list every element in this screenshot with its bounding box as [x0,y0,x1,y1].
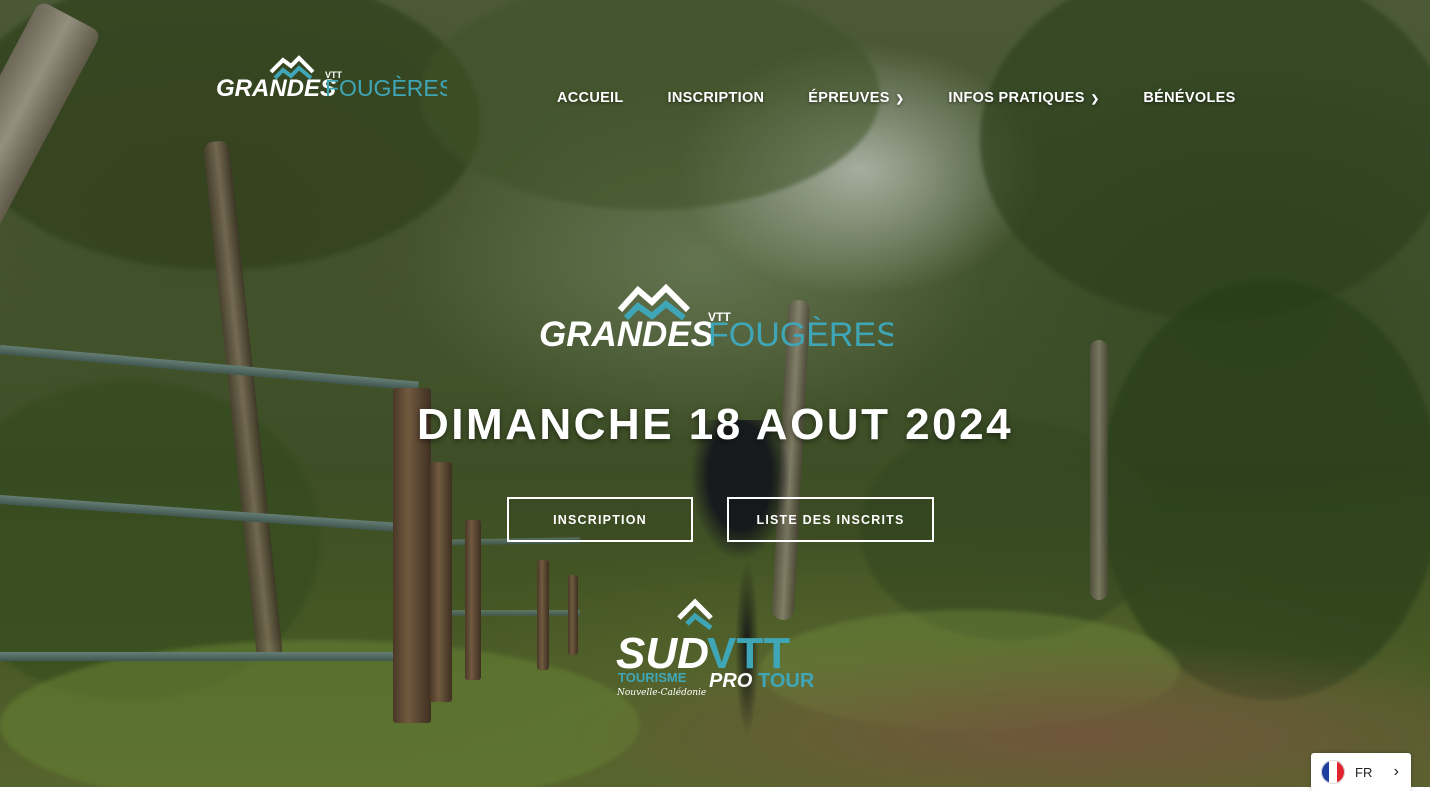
event-date: DIMANCHE 18 AOUT 2024 [416,400,1014,449]
chevron-down-icon: ❯ [1090,93,1100,105]
main-nav: ACCUEIL INSCRIPTION ÉPREUVES ❯ INFOS PRAT… [557,90,1236,106]
nav-accueil[interactable]: ACCUEIL [557,90,624,106]
pro-word: PRO [709,670,753,692]
tour-word: TOUR [758,670,815,692]
nav-label: ACCUEIL [557,90,624,106]
inscription-button[interactable]: INSCRIPTION [507,497,693,542]
nav-benevoles[interactable]: BÉNÉVOLES [1143,90,1235,106]
hero-logo-tag-vtt: VTT [708,310,731,324]
hero-logo-word-grandes: GRANDES [539,315,714,354]
chevron-down-icon: ❯ [895,93,905,105]
hero-logo: GRANDES FOUGÈRES VTT [538,283,899,356]
nav-label: INFOS PRATIQUES [948,90,1085,106]
sud-vtt-pro-tour-logo: SUD VTT TOURISME PRO TOUR Nouvelle-Caléd… [615,598,820,698]
nav-label: INSCRIPTION [667,90,765,106]
logo-tag-vtt: VTT [325,70,343,80]
language-switcher[interactable]: FR › [1311,753,1411,791]
chevron-right-icon: › [1393,763,1399,780]
nav-epreuves[interactable]: ÉPREUVES ❯ [808,90,904,106]
logo-word-grandes: GRANDES [216,75,336,102]
tourisme-word: TOURISME [618,670,687,685]
nav-inscription[interactable]: INSCRIPTION [668,90,765,106]
site-logo[interactable]: GRANDES FOUGÈRES VTT [215,54,447,102]
france-flag-icon [1321,760,1345,784]
nouvelle-caledonie-script: Nouvelle-Calédonie [616,687,706,698]
logo-word-fougeres: FOUGÈRES [325,75,447,101]
liste-inscrits-button[interactable]: LISTE DES INSCRITS [727,497,934,542]
nav-label: BÉNÉVOLES [1143,90,1236,106]
nav-infos-pratiques[interactable]: INFOS PRATIQUES ❯ [948,90,1099,106]
hero-logo-word-fougeres: FOUGÈRES [708,316,893,354]
language-code: FR [1355,764,1373,780]
nav-label: ÉPREUVES [808,90,890,106]
